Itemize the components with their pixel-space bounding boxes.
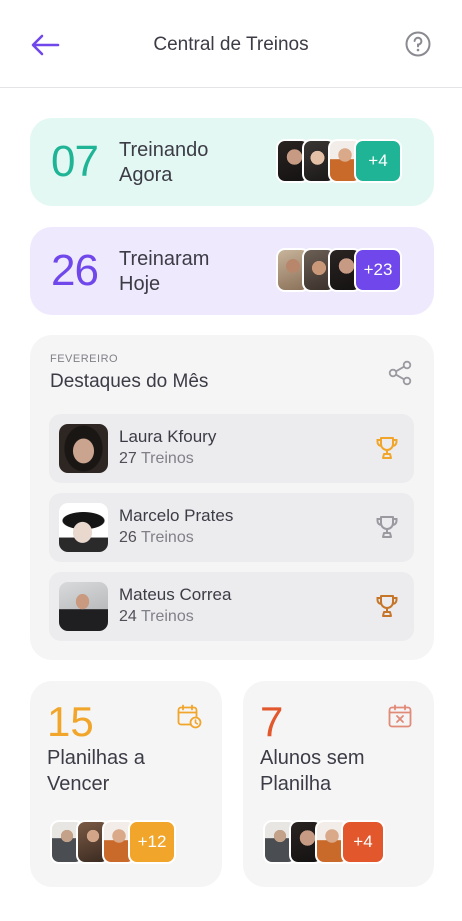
month-highlights-card: FEVEREIRO Destaques do Mês Laura Kfoury … (30, 335, 434, 660)
ranking-count: 26 Treinos (119, 529, 194, 547)
help-button[interactable] (403, 29, 433, 59)
ranking-name: Marcelo Prates (119, 506, 234, 525)
share-button[interactable] (386, 359, 414, 387)
training-now-label-line1: Treinando (119, 139, 209, 161)
students-without-plan-label: Alunos sem Planilha (260, 745, 365, 797)
training-now-avatars[interactable]: +4 (276, 139, 402, 183)
ranking-item-marcelo[interactable]: Marcelo Prates 26 Treinos (49, 493, 414, 562)
ranking-count-number: 24 (119, 608, 137, 625)
app-header: Central de Treinos (0, 0, 462, 88)
ranking-count: 24 Treinos (119, 608, 194, 626)
extra-count-badge: +4 (341, 820, 385, 864)
students-without-plan-label-line2: Planilha (260, 773, 332, 795)
students-without-plan-count: 7 (260, 698, 284, 745)
ranking-name: Laura Kfoury (119, 427, 217, 446)
ranking-count: 27 Treinos (119, 450, 194, 468)
avatar (59, 582, 108, 631)
expiring-plans-label: Planilhas a Vencer (47, 745, 145, 797)
highlights-title: Destaques do Mês (50, 371, 209, 392)
expiring-plans-count: 15 (47, 698, 94, 745)
students-without-plan-label-line1: Alunos sem (260, 747, 365, 769)
expiring-plans-card[interactable]: 15 Planilhas a Vencer +12 (30, 681, 222, 887)
gold-trophy-icon (376, 437, 398, 459)
extra-count-badge: +12 (128, 820, 176, 864)
ranking-count-unit: Treinos (140, 450, 194, 467)
training-now-label: Treinando Agora (119, 138, 208, 188)
training-now-label-line2: Agora (119, 164, 173, 186)
trained-today-label: Treinaram Hoje (119, 247, 209, 297)
trained-today-label-line1: Treinaram (119, 248, 210, 270)
trained-today-label-line2: Hoje (119, 273, 161, 295)
trained-today-card[interactable]: 26 Treinaram Hoje +23 (30, 227, 434, 315)
trained-today-avatars[interactable]: +23 (276, 248, 402, 292)
training-now-count: 07 (51, 137, 99, 186)
share-icon (388, 360, 412, 386)
extra-count-badge: +4 (354, 139, 402, 183)
ranking-count-unit: Treinos (140, 529, 194, 546)
expiring-plans-label-line1: Planilhas a (47, 747, 145, 769)
avatar (59, 503, 108, 552)
avatar (59, 424, 108, 473)
expiring-plans-avatars[interactable]: +12 (50, 820, 176, 864)
silver-trophy-icon (376, 516, 398, 538)
page-title: Central de Treinos (153, 34, 309, 55)
calendar-clock-icon (177, 704, 202, 729)
extra-count-badge: +23 (354, 248, 402, 292)
calendar-x-icon (388, 704, 412, 728)
ranking-count-number: 27 (119, 450, 137, 467)
ranking-count-number: 26 (119, 529, 137, 546)
month-caption: FEVEREIRO (50, 353, 119, 365)
ranking-item-laura[interactable]: Laura Kfoury 27 Treinos (49, 414, 414, 483)
question-circle-icon (405, 31, 431, 57)
ranking-item-mateus[interactable]: Mateus Correa 24 Treinos (49, 572, 414, 641)
students-without-plan-card[interactable]: 7 Alunos sem Planilha +4 (243, 681, 434, 887)
training-now-card[interactable]: 07 Treinando Agora +4 (30, 118, 434, 206)
ranking-name: Mateus Correa (119, 585, 232, 604)
bronze-trophy-icon (376, 595, 398, 617)
trained-today-count: 26 (51, 246, 99, 295)
expiring-plans-label-line2: Vencer (47, 773, 110, 795)
students-without-plan-avatars[interactable]: +4 (263, 820, 385, 864)
ranking-count-unit: Treinos (140, 608, 194, 625)
